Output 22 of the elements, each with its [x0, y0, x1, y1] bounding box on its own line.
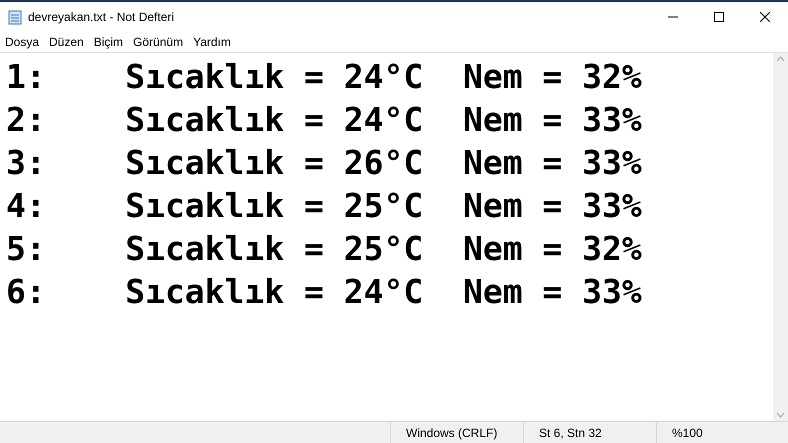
text-line: 6: Sıcaklık = 24°C Nem = 33% [6, 271, 642, 313]
text-line: 2: Sıcaklık = 24°C Nem = 33% [6, 99, 642, 141]
vertical-scrollbar[interactable] [773, 53, 788, 421]
text-line: 4: Sıcaklık = 25°C Nem = 33% [6, 185, 642, 227]
scroll-up-icon[interactable] [777, 56, 784, 61]
text-area[interactable]: 1: Sıcaklık = 24°C Nem = 32% 2: Sıcaklık = 24°C Nem = 33% 3: Sıcaklık = 26°C Nem = 33% 4: Sıcaklık = 25°C Nem = 33% 5: Sıcaklık = 25°C Nem = 32% 6: Sıcaklık = 24°C Nem = 33% [0, 53, 773, 421]
status-text: Windows (CRLF) [406, 424, 498, 442]
text-line: 5: Sıcaklık = 25°C Nem = 32% [6, 228, 642, 270]
close-icon [760, 12, 770, 22]
menu-item[interactable]: Biçim [88, 32, 128, 50]
scroll-down-icon[interactable] [777, 413, 784, 418]
notepad-icon [7, 8, 23, 24]
text-line: 1: Sıcaklık = 24°C Nem = 32% [6, 56, 642, 98]
status-text: %100 [672, 424, 703, 442]
menu-item[interactable]: Düzen [44, 32, 89, 50]
menu-item[interactable]: Yardım [188, 32, 236, 50]
window-title: devreyakan.txt - Not Defteri [28, 8, 174, 26]
text-line: 3: Sıcaklık = 26°C Nem = 33% [6, 142, 642, 184]
menu-item[interactable]: Dosya [0, 32, 44, 50]
maximize-icon [714, 12, 724, 22]
status-text: St 6, Stn 32 [539, 424, 602, 442]
menu-item[interactable]: Görünüm [128, 32, 188, 50]
